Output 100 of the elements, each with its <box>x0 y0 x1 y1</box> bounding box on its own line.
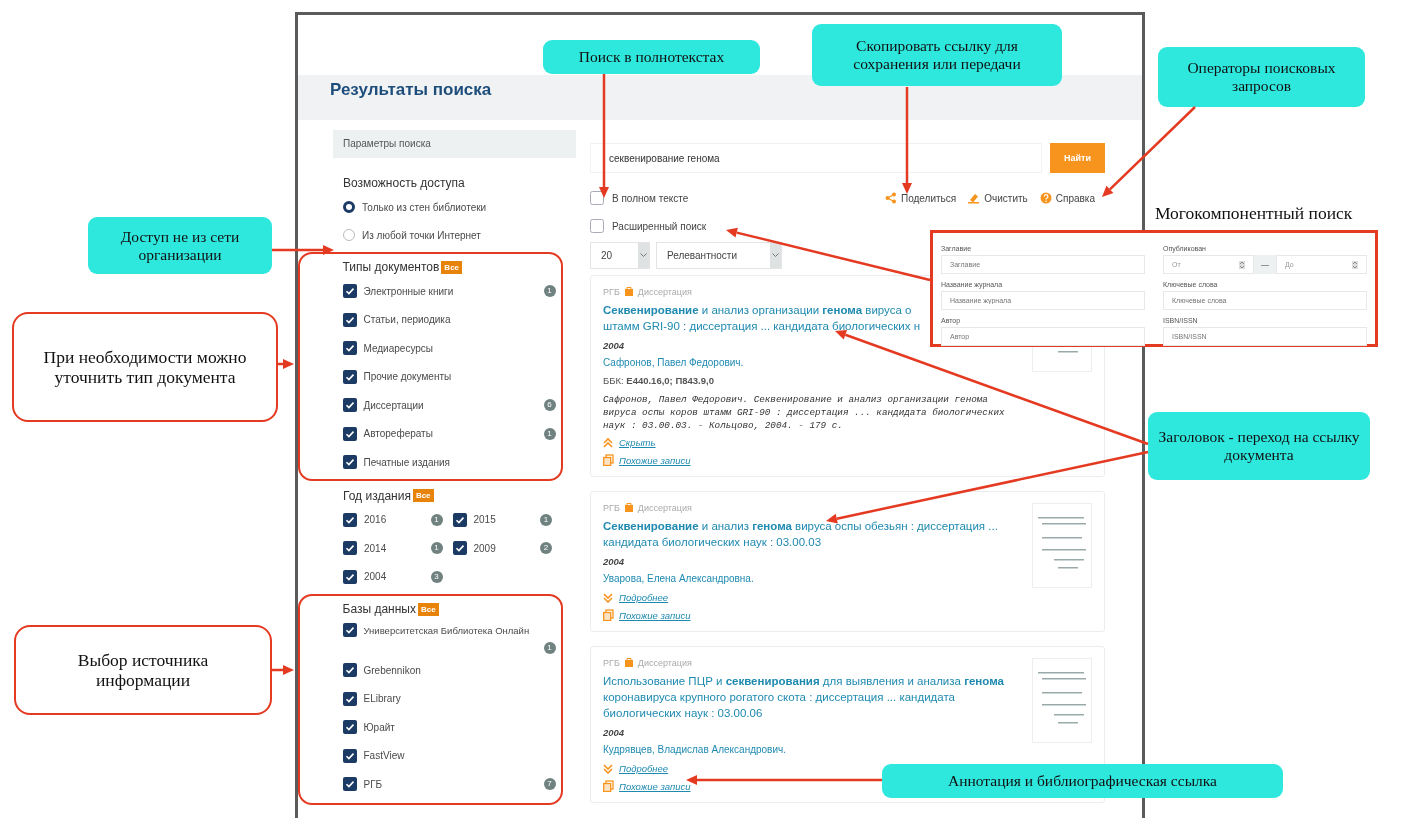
checkbox[interactable] <box>343 541 357 556</box>
author-link[interactable]: Сафронов, Павел Федорович. <box>603 355 744 371</box>
author-link[interactable]: Уварова, Елена Александровна. <box>603 571 754 587</box>
share-icon <box>885 192 897 204</box>
checkbox-label: Статьи, периодика <box>363 314 451 326</box>
help-icon <box>1039 192 1052 204</box>
checkbox-label: Университетская Библиотека Онлайн <box>363 624 530 636</box>
count-badge: 1 <box>543 427 556 440</box>
checkbox[interactable] <box>342 720 357 735</box>
section-title: Год издания <box>343 488 411 503</box>
checkbox[interactable] <box>342 623 357 637</box>
range-separator: — <box>1254 255 1276 274</box>
citation-text: Сафронов, Павел Федорович. Секвенирование и анализ организации генома вируса оспы коров штамм GRI-90 : диссертация ... кандидата биологических наук : 03.00.03. - Кольцово, 2004. - 179 с. <box>603 393 1006 432</box>
count-badge: 6 <box>543 399 556 412</box>
callout-text: Поиск в полнотекстах <box>578 48 725 66</box>
all-button[interactable]: Все <box>441 260 463 274</box>
checkbox[interactable] <box>342 426 357 441</box>
document-type-label: Диссертация <box>637 287 692 297</box>
checkbox[interactable] <box>342 312 357 327</box>
section-title: Типы документов <box>342 260 440 274</box>
copy-icon <box>603 454 614 466</box>
callout-text: Аннотация и библиографическая ссылка <box>948 772 1217 790</box>
checkbox[interactable] <box>342 284 357 299</box>
checkbox-label: 2009 <box>473 542 496 554</box>
share-button[interactable]: Поделиться <box>885 192 957 204</box>
checkbox-label: Печатные издания <box>363 456 450 468</box>
panel-header: Параметры поиска <box>333 130 576 158</box>
source-label: РГБ <box>603 503 620 513</box>
count-badge: 7 <box>543 778 556 791</box>
checkbox-label: Grebennikon <box>363 664 421 676</box>
callout-text: Скопировать ссылку для сохранения или передачи <box>852 37 1022 73</box>
radio-button[interactable] <box>343 201 355 213</box>
callout-text: Доступ не из сети организации <box>119 227 241 264</box>
chevron-down-icon <box>772 253 779 258</box>
checkbox[interactable] <box>343 512 357 527</box>
callout-text: При необходимости можно уточнить тип документа <box>42 346 248 388</box>
checkbox-label: 2015 <box>473 514 496 526</box>
link[interactable]: Похожие записи <box>619 609 691 621</box>
checkbox[interactable] <box>342 369 357 384</box>
checkbox-label: 2016 <box>364 514 387 526</box>
checkbox[interactable] <box>342 748 357 763</box>
checkbox[interactable] <box>452 512 467 527</box>
count-badge: 1 <box>543 642 556 654</box>
chevron-down-icon <box>640 253 647 258</box>
link[interactable]: Похожие записи <box>619 454 691 466</box>
double-chevron-up-icon <box>603 436 614 448</box>
link[interactable]: Похожие записи <box>619 780 691 792</box>
checkbox-label: ELibrary <box>363 693 401 705</box>
source-label: РГБ <box>603 658 620 668</box>
checkbox[interactable] <box>590 219 604 233</box>
checkbox[interactable] <box>342 777 357 792</box>
page-size-select[interactable]: 20 <box>590 242 650 269</box>
search-field[interactable]: секвенирование генома <box>590 143 1042 173</box>
count-badge: 1 <box>430 542 443 555</box>
clear-button[interactable]: Очистить <box>968 192 1028 204</box>
double-chevron-down-icon <box>603 591 614 603</box>
sort-select[interactable]: Релевантности <box>656 242 782 269</box>
radio-label: Из любой точки Интернет <box>362 229 481 241</box>
count-badge: 1 <box>430 513 443 526</box>
count-badge: 3 <box>430 570 443 583</box>
checkbox[interactable] <box>342 455 357 470</box>
classification-text: ББК: Е440.16,0; П843.9,0 <box>603 374 714 388</box>
section-title: Базы данных <box>342 602 416 616</box>
count-badge: 1 <box>543 285 556 298</box>
checkbox-label: Расширенный поиск <box>612 220 707 232</box>
link[interactable]: Подробнее <box>619 762 669 774</box>
link[interactable]: Скрыть <box>619 436 656 448</box>
author-link[interactable]: Кудрявцев, Владислав Александрович. <box>603 742 786 758</box>
checkbox[interactable] <box>342 663 357 678</box>
result-title-link[interactable]: Использование ПЦР и секвенирования для выявления и анализа генома коронавируса крупного рогатого скота : диссертация ... кандидата биологических наук : 03.00.06 <box>603 673 1023 721</box>
spinner-icon <box>1352 260 1358 269</box>
section-title: Возможность доступа <box>343 176 465 190</box>
checkbox-label: Электронные книги <box>363 285 454 297</box>
callout-text: Выбор источника информации <box>76 649 210 691</box>
link[interactable]: Подробнее <box>619 591 669 603</box>
search-button[interactable]: Найти <box>1050 143 1105 173</box>
checkbox-label: Авторефераты <box>363 428 433 440</box>
all-button[interactable]: Все <box>412 489 434 502</box>
checkbox[interactable] <box>342 398 357 413</box>
page-title: Результаты поиска <box>330 80 492 100</box>
checkbox[interactable] <box>452 541 467 556</box>
result-title-link[interactable]: Секвенирование и анализ организации генома вируса о штамм GRI-90 : диссертация ... кандидата биологических н <box>603 302 920 334</box>
document-type-label: Диссертация <box>637 503 692 513</box>
result-title-link[interactable]: Секвенирование и анализ генома вируса оспы обезьян : диссертация ... кандидата биологических наук : 03.00.03 <box>603 518 1023 550</box>
help-button[interactable]: Справка <box>1039 192 1095 204</box>
checkbox-label: Юрайт <box>363 721 395 733</box>
count-badge: 2 <box>540 542 552 555</box>
radio-button[interactable] <box>343 229 355 241</box>
checkbox[interactable] <box>342 691 357 706</box>
eraser-icon <box>968 192 981 204</box>
checkbox[interactable] <box>342 341 357 356</box>
source-label: РГБ <box>603 287 620 297</box>
checkbox[interactable] <box>590 191 604 205</box>
spinner-icon <box>1239 260 1245 269</box>
year-text: 2004 <box>603 339 625 353</box>
callout-text: Заголовок - переход на ссылку документа <box>1157 428 1361 464</box>
copy-icon <box>603 609 614 621</box>
all-button[interactable]: Все <box>417 602 439 616</box>
year-text: 2004 <box>603 726 625 740</box>
checkbox[interactable] <box>343 569 357 584</box>
